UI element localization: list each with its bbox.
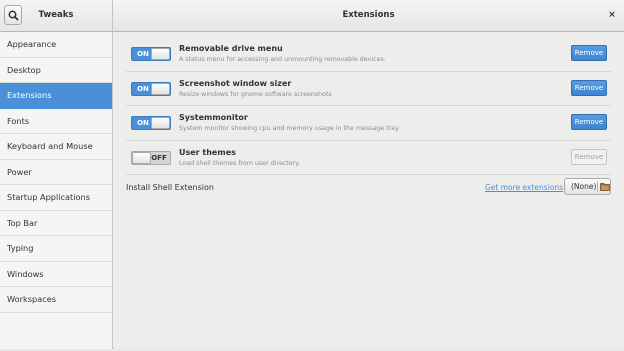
header-bar: Tweaks Extensions × bbox=[0, 0, 624, 32]
sidebar-item-windows[interactable]: Windows bbox=[0, 262, 112, 287]
toggle-knob bbox=[151, 48, 170, 60]
toggle-knob bbox=[151, 82, 170, 95]
sidebar-item-fonts[interactable]: Fonts bbox=[0, 109, 112, 134]
install-label: Install Shell Extension bbox=[126, 183, 214, 192]
toggle-label: ON bbox=[137, 50, 149, 58]
extension-toggle[interactable]: ON bbox=[131, 81, 171, 96]
sidebar-item-keyboard-and-mouse[interactable]: Keyboard and Mouse bbox=[0, 134, 112, 160]
install-extension-row: Install Shell Extension Get more extensi… bbox=[114, 177, 611, 197]
extensions-panel: ON Removable drive menu A status menu fo… bbox=[114, 32, 624, 349]
remove-button[interactable]: Remove bbox=[571, 114, 607, 130]
sidebar: Appearance Desktop Extensions Fonts Keyb… bbox=[0, 32, 113, 349]
tweaks-window: Tweaks Extensions × Appearance Desktop E… bbox=[0, 0, 624, 349]
remove-button: Remove bbox=[571, 148, 607, 165]
extension-description: A status menu for accessing and unmounti… bbox=[179, 56, 386, 63]
close-icon[interactable]: × bbox=[604, 7, 620, 23]
extension-row: ON Removable drive menu A status menu fo… bbox=[126, 37, 611, 72]
extension-description: Load shell themes from user directory. bbox=[179, 159, 301, 167]
extension-name: Systemmonitor bbox=[179, 113, 248, 122]
header-left: Tweaks bbox=[0, 0, 113, 31]
sidebar-item-desktop[interactable]: Desktop bbox=[0, 58, 112, 83]
sidebar-item-appearance[interactable]: Appearance bbox=[0, 32, 112, 58]
get-more-extensions-link[interactable]: Get more extensions bbox=[485, 183, 563, 192]
folder-icon bbox=[600, 183, 610, 191]
sidebar-item-top-bar[interactable]: Top Bar bbox=[0, 211, 112, 236]
toggle-label: ON bbox=[137, 119, 149, 127]
extension-file-chooser[interactable]: (None) bbox=[564, 178, 611, 195]
extension-name: User themes bbox=[179, 147, 236, 157]
app-title: Tweaks bbox=[38, 10, 74, 20]
file-chooser-value: (None) bbox=[571, 182, 597, 191]
remove-button[interactable]: Remove bbox=[571, 79, 607, 96]
sidebar-item-workspaces[interactable]: Workspaces bbox=[0, 287, 112, 313]
extension-toggle[interactable]: OFF bbox=[131, 150, 171, 165]
sidebar-item-extensions[interactable]: Extensions bbox=[0, 83, 112, 109]
toggle-knob bbox=[151, 117, 170, 129]
toggle-label: OFF bbox=[151, 153, 167, 162]
toggle-label: ON bbox=[137, 84, 149, 93]
extension-row: ON Systemmonitor System monitor showing … bbox=[126, 106, 611, 141]
page-title: Extensions bbox=[342, 10, 395, 20]
sidebar-item-typing[interactable]: Typing bbox=[0, 236, 112, 262]
search-button[interactable] bbox=[4, 5, 22, 25]
extension-row: ON Screenshot window sizer Resize window… bbox=[126, 72, 611, 106]
search-icon bbox=[8, 10, 19, 21]
extension-description: Resize windows for gnome software screen… bbox=[179, 90, 332, 98]
extension-toggle[interactable]: ON bbox=[131, 47, 171, 61]
extension-row: OFF User themes Load shell themes from u… bbox=[126, 141, 611, 175]
sidebar-item-startup-applications[interactable]: Startup Applications bbox=[0, 185, 112, 211]
extension-name: Removable drive menu bbox=[179, 44, 283, 53]
extension-description: System monitor showing cpu and memory us… bbox=[179, 125, 400, 132]
remove-button[interactable]: Remove bbox=[571, 45, 607, 61]
extension-name: Screenshot window sizer bbox=[179, 78, 292, 88]
extension-list: ON Removable drive menu A status menu fo… bbox=[126, 37, 611, 175]
sidebar-item-power[interactable]: Power bbox=[0, 160, 112, 185]
extension-toggle[interactable]: ON bbox=[131, 116, 171, 130]
file-chooser-separator bbox=[597, 181, 598, 192]
